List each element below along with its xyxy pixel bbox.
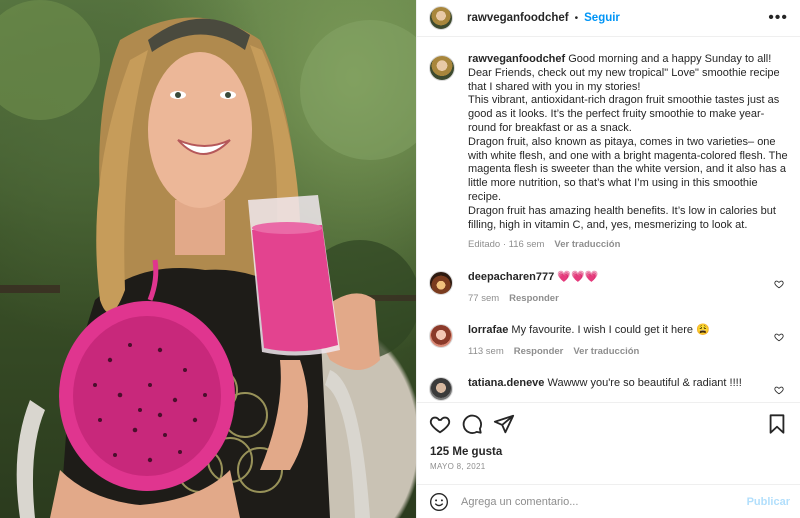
share-paper-plane-icon[interactable] xyxy=(493,413,515,435)
post-photo[interactable] xyxy=(0,0,416,518)
caption-translate-link[interactable]: Ver traducción xyxy=(554,238,620,252)
comments-section[interactable]: rawveganfoodchef Good morning and a happ… xyxy=(417,37,800,401)
like-heart-icon[interactable] xyxy=(429,413,451,435)
post-date: MAYO 8, 2021 xyxy=(430,462,486,471)
comment-body: tatiana.deneve Wawww you're so beautiful… xyxy=(468,377,768,401)
caption-main-text: Dear Friends, check out my new tropical"… xyxy=(468,66,788,231)
comment-like-heart-icon[interactable] xyxy=(774,279,784,289)
caption-text: rawveganfoodchef Good morning and a happ… xyxy=(468,53,788,232)
caption-author-avatar[interactable] xyxy=(429,55,455,81)
commenter-avatar[interactable] xyxy=(429,271,453,296)
publish-comment-button[interactable]: Publicar xyxy=(747,496,790,508)
comment-username[interactable]: deepacharen777 xyxy=(468,271,554,283)
follow-button[interactable]: Seguir xyxy=(584,12,620,24)
like-count[interactable]: 125 Me gusta xyxy=(430,446,502,458)
caption-body: rawveganfoodchef Good morning and a happ… xyxy=(468,53,788,252)
author-avatar[interactable] xyxy=(429,6,453,30)
comment-time: 77 sem xyxy=(468,293,500,305)
comment-like-heart-icon[interactable] xyxy=(774,385,784,395)
comment-like-heart-icon[interactable] xyxy=(774,332,784,342)
comment-text: Wawww you're so beautiful & radiant !!!! xyxy=(547,377,742,390)
comment-time: 113 sem xyxy=(468,346,504,358)
comment-username[interactable]: tatiana.deneve xyxy=(468,377,544,389)
comment-item: deepacharen777 💗💗💗 77 sem Responder xyxy=(429,271,788,305)
comment-meta: 77 sem Responder xyxy=(468,292,768,305)
post-caption: rawveganfoodchef Good morning and a happ… xyxy=(429,53,788,252)
author-username[interactable]: rawveganfoodchef xyxy=(467,12,569,24)
photo-illustration xyxy=(0,0,416,518)
comment-input[interactable] xyxy=(461,495,747,508)
more-options-icon[interactable]: ••• xyxy=(768,10,788,26)
add-comment-bar: Publicar xyxy=(417,484,800,518)
comment-bubble-icon[interactable] xyxy=(461,413,483,435)
post-side-panel: rawveganfoodchef • Seguir ••• rawveganfo… xyxy=(416,0,800,518)
comment-text: 💗💗💗 xyxy=(557,271,599,284)
emoji-icon[interactable] xyxy=(429,492,449,512)
comment-item: lorrafae My favourite. I wish I could ge… xyxy=(429,324,788,358)
post-header: rawveganfoodchef • Seguir ••• xyxy=(417,0,800,37)
comment-item: tatiana.deneve Wawww you're so beautiful… xyxy=(429,377,788,401)
comment-meta: 113 sem Responder Ver traducción xyxy=(468,345,768,358)
caption-first-line: Good morning and a happy Sunday to all! xyxy=(568,53,772,65)
commenter-avatar[interactable] xyxy=(429,324,453,349)
save-bookmark-icon[interactable] xyxy=(766,413,788,435)
post-actions-bar xyxy=(417,402,800,442)
caption-username[interactable]: rawveganfoodchef xyxy=(468,53,565,65)
comment-body: deepacharen777 💗💗💗 77 sem Responder xyxy=(468,271,768,305)
comment-username[interactable]: lorrafae xyxy=(468,324,508,336)
caption-meta: Editado · 116 sem Ver traducción xyxy=(468,238,788,252)
comment-reply-button[interactable]: Responder xyxy=(514,345,564,358)
comment-body: lorrafae My favourite. I wish I could ge… xyxy=(468,324,768,358)
comment-reply-button[interactable]: Responder xyxy=(509,292,559,305)
comment-translate-link[interactable]: Ver traducción xyxy=(573,345,639,358)
caption-edited-time: Editado · 116 sem xyxy=(468,239,545,251)
commenter-avatar[interactable] xyxy=(429,377,453,401)
separator-dot: • xyxy=(574,12,579,24)
comment-text: My favourite. I wish I could get it here… xyxy=(511,324,710,337)
